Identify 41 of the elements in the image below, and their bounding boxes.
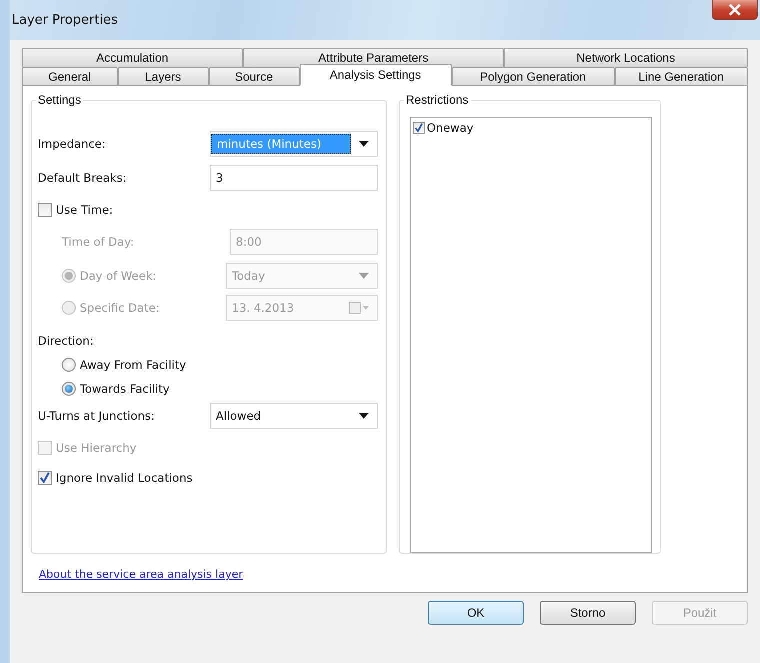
checkbox-label: Use Time:	[56, 203, 114, 217]
field-label: Time of Day:	[62, 235, 136, 249]
caret-icon	[359, 273, 369, 279]
dialog-button[interactable]: Storno	[540, 601, 636, 625]
tab[interactable]: Attribute Parameters	[243, 48, 504, 67]
group-title: Restrictions	[404, 93, 471, 107]
tab[interactable]: Source	[208, 67, 300, 86]
input-field[interactable]: 3	[210, 165, 378, 191]
tab[interactable]: Network Locations	[504, 48, 748, 67]
tab[interactable]: Accumulation	[22, 48, 244, 67]
checkbox[interactable]	[38, 471, 52, 485]
group-title: Settings	[36, 93, 84, 107]
radio-label: Specific Date:	[80, 301, 161, 315]
checkbox[interactable]	[38, 203, 52, 217]
close-button[interactable]	[712, 0, 758, 20]
tab[interactable]: General	[22, 67, 118, 86]
dialog-button[interactable]: OK	[428, 601, 524, 625]
help-link[interactable]: About the service area analysis layer	[39, 568, 244, 581]
caret-icon	[359, 413, 369, 419]
field-label: Impedance:	[38, 137, 107, 151]
tab[interactable]: Analysis Settings	[300, 64, 452, 86]
radio-label: Away From Facility	[80, 358, 186, 372]
radio-button[interactable]	[62, 382, 76, 396]
calendar-icon	[349, 301, 369, 315]
section-label: Direction:	[38, 334, 94, 348]
checkbox[interactable]	[413, 122, 425, 134]
close-icon	[728, 4, 742, 16]
field-label: U-Turns at Junctions:	[38, 409, 156, 423]
field-label: Default Breaks:	[38, 171, 128, 185]
restriction-label: Oneway	[427, 121, 474, 135]
dropdown[interactable]: Allowed	[210, 403, 378, 429]
tab[interactable]: Layers	[118, 67, 209, 86]
checkbox-label: Use Hierarchy	[56, 441, 137, 455]
tab[interactable]: Polygon Generation	[452, 67, 615, 86]
caret-icon	[359, 141, 369, 147]
tab[interactable]: Line Generation	[614, 67, 748, 86]
radio-label: Day of Week:	[80, 269, 158, 283]
window-title: Layer Properties	[11, 12, 118, 28]
checkbox-label: Ignore Invalid Locations	[56, 471, 193, 485]
radio-label: Towards Facility	[80, 382, 170, 396]
radio-button[interactable]	[62, 358, 76, 372]
